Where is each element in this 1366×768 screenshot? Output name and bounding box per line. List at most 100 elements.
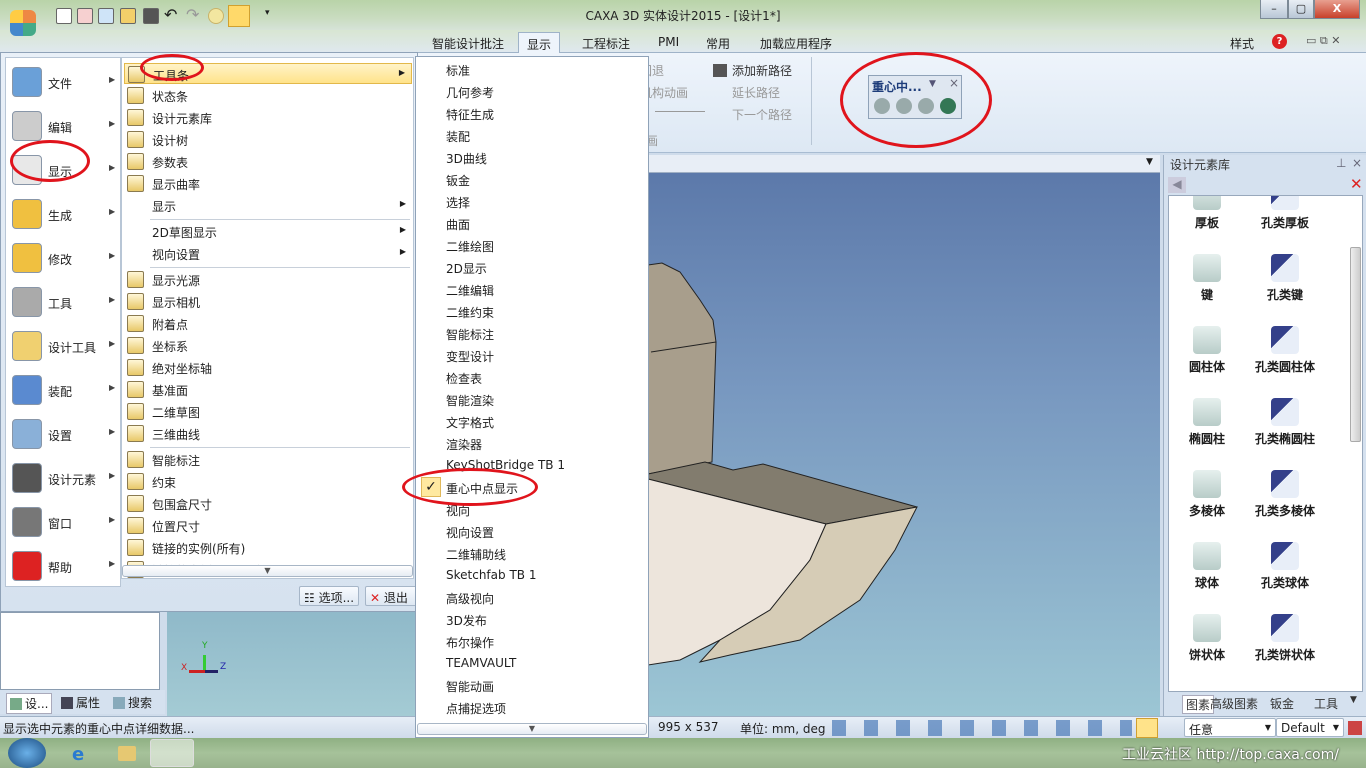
tree-tab[interactable]: 搜索 <box>110 693 155 712</box>
submenu-item[interactable]: 视向设置 ▶ <box>124 243 412 264</box>
ribbon-tab[interactable]: PMI <box>650 32 687 53</box>
submenu-item[interactable]: 显示曲率 <box>124 173 412 194</box>
minimize-button[interactable]: – <box>1260 0 1288 19</box>
add-path-button[interactable]: 添加新路径 <box>732 62 792 79</box>
library-tab[interactable]: 工具 <box>1314 695 1338 712</box>
library-item[interactable]: 圆柱体 <box>1169 326 1247 375</box>
toolbar-toggle-item[interactable]: 3D曲线 <box>418 147 646 168</box>
app-menu-item[interactable]: 设置 ▶ <box>8 415 120 455</box>
toolbar-toggle-item[interactable]: 二维辅助线 <box>418 543 646 564</box>
submenu-item[interactable]: 参数表 <box>124 151 412 172</box>
design-tree-panel[interactable] <box>0 612 160 690</box>
library-item[interactable]: 键 <box>1169 254 1247 303</box>
toolbar-toggle-item[interactable]: 智能动画 <box>418 675 646 696</box>
toolbar-toggle-item[interactable]: 装配 <box>418 125 646 146</box>
scheme-select[interactable]: Default ▼ <box>1276 718 1344 737</box>
doc-window-controls[interactable]: ▭ ⧉ ✕ <box>1306 34 1340 48</box>
toolbar-toggle-item[interactable]: 曲面 <box>418 213 646 234</box>
more-tabs-icon[interactable]: ▼ <box>1350 695 1357 705</box>
toolbar-toggle-item[interactable]: 文字格式 <box>418 411 646 432</box>
submenu-item[interactable]: 状态条 <box>124 85 412 106</box>
toolbar-toggle-item[interactable]: 二维约束 <box>418 301 646 322</box>
filter-select[interactable]: 任意 ▼ <box>1184 718 1276 737</box>
toolbar-toggle-item[interactable]: 变型设计 <box>418 345 646 366</box>
library-item[interactable]: 孔类椭圆柱 <box>1245 398 1325 447</box>
scroll-down-button[interactable]: ▼ <box>417 723 647 735</box>
toolbar-toggle-item[interactable]: 二维绘图 <box>418 235 646 256</box>
3d-viewport[interactable] <box>648 173 1160 716</box>
pin-icon[interactable]: ⊥ <box>1336 156 1346 170</box>
app-menu-item[interactable]: 工具 ▶ <box>8 283 120 323</box>
library-scrollbar[interactable] <box>1350 247 1361 442</box>
toolbar-toggle-item[interactable]: 高级视向 <box>418 587 646 608</box>
submenu-item[interactable]: 附着点 <box>124 313 412 334</box>
tree-tab[interactable]: 属性 <box>58 693 103 712</box>
explorer-icon[interactable] <box>118 746 136 761</box>
tree-tab[interactable]: 设... <box>6 693 53 714</box>
submenu-item[interactable]: 二维草图 <box>124 401 412 422</box>
hierarchy-icon[interactable] <box>1348 721 1362 735</box>
submenu-item[interactable]: 显示光源 <box>124 269 412 290</box>
toolbar-toggle-item[interactable]: 2D显示 <box>418 257 646 278</box>
select-pointer-button[interactable] <box>1136 718 1158 738</box>
ribbon-tab[interactable]: 加载应用程序 <box>752 32 840 53</box>
library-item[interactable]: 孔类键 <box>1245 254 1325 303</box>
toolbar-toggle-item[interactable]: 二维编辑 <box>418 279 646 300</box>
library-item[interactable]: 饼状体 <box>1169 614 1247 663</box>
toolbar-toggle-item[interactable]: 布尔操作 <box>418 631 646 652</box>
app-menu-item[interactable]: 生成 ▶ <box>8 195 120 235</box>
toolbar-toggle-item[interactable]: 标准 <box>418 59 646 80</box>
toolbar-toggle-item[interactable]: 智能渲染 <box>418 389 646 410</box>
submenu-item[interactable]: 基准面 <box>124 379 412 400</box>
submenu-item[interactable]: 2D草图显示 ▶ <box>124 221 412 242</box>
toolbar-toggle-item[interactable]: Sketchfab TB 1 <box>418 565 646 586</box>
status-toolbar-icons[interactable] <box>832 720 1132 736</box>
app-menu-item[interactable]: 设计工具 ▶ <box>8 327 120 367</box>
library-item[interactable]: 孔类厚板 <box>1245 196 1325 231</box>
submenu-item[interactable]: 设计元素库 <box>124 107 412 128</box>
3d-model[interactable] <box>648 173 1160 716</box>
viewport-dropdown-icon[interactable]: ▼ <box>1146 157 1153 167</box>
submenu-item[interactable]: 包围盒尺寸 <box>124 493 412 514</box>
library-item[interactable]: 球体 <box>1169 542 1247 591</box>
library-item[interactable]: 孔类球体 <box>1245 542 1325 591</box>
toolbar-toggle-item[interactable]: 检查表 <box>418 367 646 388</box>
submenu-item[interactable]: 显示 ▶ <box>124 195 412 216</box>
toolbar-toggle-item[interactable]: 选择 <box>418 191 646 212</box>
scroll-down-button[interactable]: ▼ <box>122 565 413 577</box>
ie-icon[interactable]: e <box>72 744 84 765</box>
submenu-item[interactable]: 绝对坐标轴 <box>124 357 412 378</box>
library-item[interactable]: 厚板 <box>1169 196 1247 231</box>
ribbon-tab[interactable]: 常用 <box>698 32 738 53</box>
library-item[interactable]: 孔类圆柱体 <box>1245 326 1325 375</box>
app-menu-item[interactable]: 窗口 ▶ <box>8 503 120 543</box>
toolbar-toggle-item[interactable]: 特征生成 <box>418 103 646 124</box>
submenu-item[interactable]: 约束 <box>124 471 412 492</box>
library-tab[interactable]: 高级图素 <box>1210 695 1258 712</box>
caxa-taskbar-button[interactable] <box>150 739 194 767</box>
toolbar-toggle-item[interactable]: 3D发布 <box>418 609 646 630</box>
clear-icon[interactable]: ✕ <box>1350 175 1363 193</box>
app-logo-icon[interactable] <box>10 10 36 36</box>
start-button[interactable] <box>8 738 46 768</box>
style-menu[interactable]: 样式 <box>1230 35 1254 52</box>
extend-path-button[interactable]: 延长路径 <box>732 84 780 101</box>
ribbon-tab[interactable]: 显示 <box>518 32 561 53</box>
library-item[interactable]: 椭圆柱 <box>1169 398 1247 447</box>
next-path-button[interactable]: 下一个路径 <box>732 106 792 123</box>
toolbar-toggle-item[interactable]: TEAMVAULT <box>418 653 646 674</box>
submenu-item[interactable]: 智能标注 <box>124 449 412 470</box>
toolbar-toggle-item[interactable]: 视向设置 <box>418 521 646 542</box>
toolbar-toggle-item[interactable]: 点捕捉选项 <box>418 697 646 718</box>
app-menu-item[interactable]: 文件 ▶ <box>8 63 120 103</box>
submenu-item[interactable]: 坐标系 <box>124 335 412 356</box>
options-button[interactable]: ☷ 选项... <box>299 586 360 606</box>
app-menu-item[interactable]: 装配 ▶ <box>8 371 120 411</box>
app-menu-item[interactable]: 修改 ▶ <box>8 239 120 279</box>
app-menu-item[interactable]: 设计元素 ▶ <box>8 459 120 499</box>
maximize-button[interactable]: ▢ <box>1288 0 1314 19</box>
submenu-item[interactable]: 显示相机 <box>124 291 412 312</box>
close-button[interactable]: X <box>1314 0 1360 19</box>
help-icon[interactable]: ? <box>1272 34 1287 49</box>
toolbar-toggle-item[interactable]: 渲染器 <box>418 433 646 454</box>
